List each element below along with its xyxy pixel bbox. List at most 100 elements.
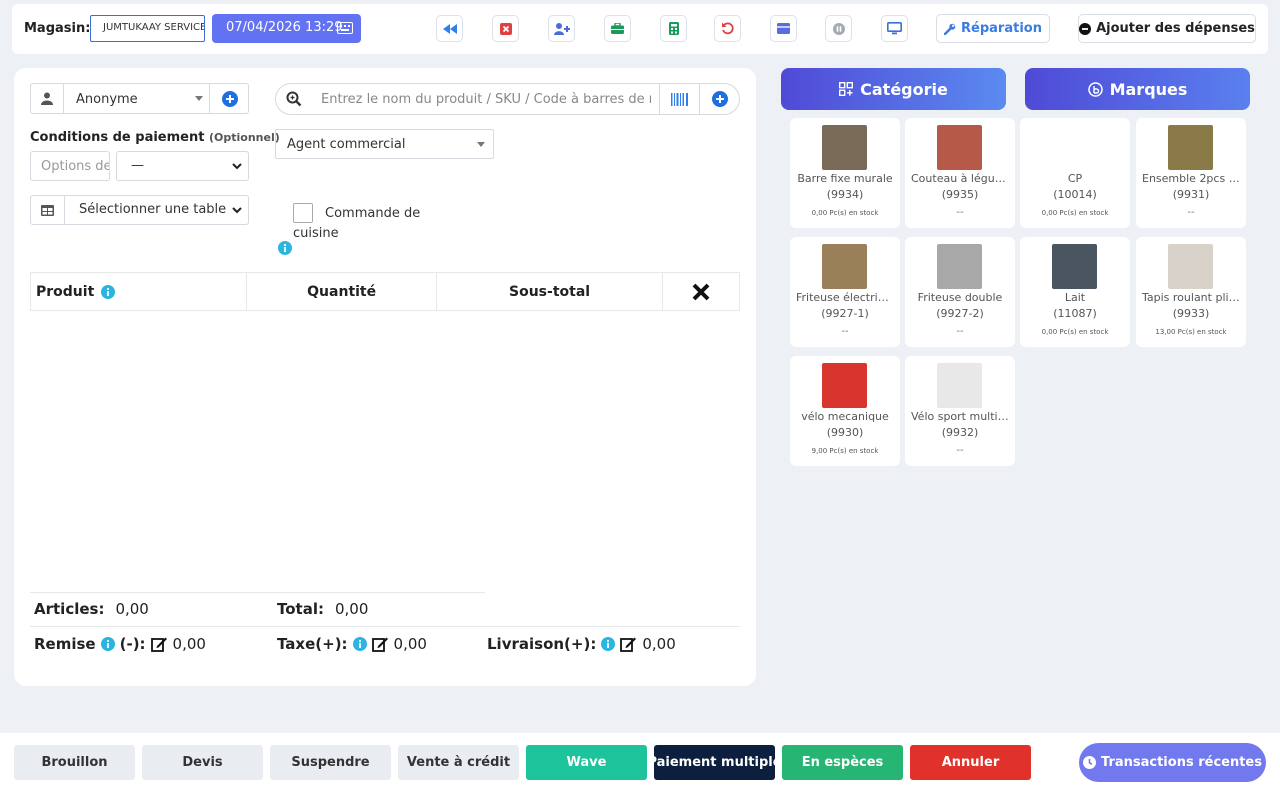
user-icon: [31, 84, 64, 113]
discount-value: 0,00: [172, 635, 206, 653]
undo-icon: [722, 22, 734, 35]
add-expense-button[interactable]: Ajouter des dépenses: [1078, 14, 1256, 43]
info-icon[interactable]: [278, 241, 292, 255]
calculator-icon: [668, 22, 679, 35]
recent-transactions-label: Transactions récentes: [1101, 755, 1262, 770]
quote-button[interactable]: Devis: [142, 745, 263, 780]
suspend-button[interactable]: Suspendre: [270, 745, 391, 780]
calculator-icon-button[interactable]: [660, 15, 687, 42]
edit-icon[interactable]: [620, 636, 637, 652]
sales-agent-select[interactable]: Agent commercial: [275, 129, 494, 159]
product-card[interactable]: Couteau à légumes (9935) --: [905, 118, 1015, 228]
cash-payment-button[interactable]: En espèces: [782, 745, 903, 780]
product-sku: (9933): [1172, 307, 1210, 320]
product-card[interactable]: Barre fixe murale (9934) 0,00 Pc(s) en sto…: [790, 118, 900, 228]
edit-icon[interactable]: [150, 636, 168, 652]
product-name: CP: [1067, 172, 1083, 185]
card-icon: [777, 23, 790, 34]
credit-sale-button[interactable]: Vente à crédit: [398, 745, 519, 780]
product-sku: (9932): [941, 426, 979, 439]
product-card[interactable]: vélo mecanique (9930) 9,00 Pc(s) en stock: [790, 356, 900, 466]
briefcase-icon-button[interactable]: [604, 15, 631, 42]
product-card[interactable]: Vélo sport multifonction (9932) --: [905, 356, 1015, 466]
brands-tab[interactable]: Marques: [1025, 68, 1250, 110]
add-user-icon: [553, 22, 570, 35]
product-thumbnail: [1052, 244, 1097, 289]
card-icon-button[interactable]: [770, 15, 797, 42]
monitor-icon: [887, 22, 902, 35]
cart-table-header: Produit Quantité Sous-total: [30, 272, 740, 311]
product-stock: 0,00 Pc(s) en stock: [1041, 328, 1109, 336]
store-label: Magasin:: [24, 21, 91, 36]
clear-cart-button[interactable]: [663, 273, 739, 310]
recent-transactions-button[interactable]: Transactions récentes: [1079, 743, 1266, 782]
table-select-value: Sélectionner une table: [79, 202, 227, 217]
product-search-input[interactable]: Entrez le nom du produit / SKU / Code à …: [321, 92, 651, 107]
discount-total: Remise (-): 0,00: [34, 635, 206, 653]
product-name: Couteau à légumes: [911, 172, 1015, 185]
product-thumbnail: [822, 125, 867, 170]
clock-icon: [1083, 756, 1096, 769]
store-select[interactable]: JUMTUKAAY SERVICES: [90, 15, 205, 42]
customer-select[interactable]: Anonyme: [76, 92, 138, 107]
product-card[interactable]: CP (10014) 0,00 Pc(s) en stock: [1020, 118, 1130, 228]
add-user-icon-button[interactable]: [548, 15, 575, 42]
wave-payment-button[interactable]: Wave: [526, 745, 647, 780]
barcode-scan-button[interactable]: [659, 84, 700, 114]
undo-icon-button[interactable]: [714, 15, 741, 42]
payment-terms-value: —: [131, 158, 144, 173]
product-stock: --: [1187, 207, 1195, 218]
product-sku: (9927-2): [936, 307, 984, 320]
product-thumbnail: [1168, 244, 1213, 289]
product-card[interactable]: Friteuse double (9927-2) --: [905, 237, 1015, 347]
product-stock: --: [956, 326, 964, 337]
column-product: Produit: [31, 273, 248, 310]
draft-button[interactable]: Brouillon: [14, 745, 135, 780]
rewind-icon-button[interactable]: [436, 15, 463, 42]
product-stock: --: [956, 207, 964, 218]
info-icon[interactable]: [601, 637, 616, 651]
product-card[interactable]: Lait (11087) 0,00 Pc(s) en stock: [1020, 237, 1130, 347]
product-name: vélo mecanique: [801, 410, 889, 423]
edit-icon[interactable]: [371, 636, 389, 652]
payment-options-input[interactable]: Options de paiement: [30, 151, 110, 181]
tax-total: Taxe(+): 0,00: [277, 635, 427, 653]
info-icon[interactable]: [101, 284, 116, 299]
total-label: Total:: [277, 600, 324, 618]
category-tab-label: Catégorie: [860, 79, 948, 99]
add-expense-label: Ajouter des dépenses: [1096, 21, 1255, 36]
close-box-icon-button[interactable]: [492, 15, 519, 42]
product-card[interactable]: Tapis roulant pliable (9933) 13,00 Pc(s) e…: [1136, 237, 1246, 347]
payment-terms-select[interactable]: —: [116, 151, 249, 181]
add-customer-button[interactable]: [209, 84, 249, 113]
shipping-value: 0,00: [642, 635, 676, 653]
repair-button[interactable]: Réparation: [936, 14, 1050, 43]
multiple-payment-button[interactable]: Paiement multiple: [647, 745, 782, 780]
product-card[interactable]: Ensemble 2pcs jardin (9931) --: [1136, 118, 1246, 228]
brand-icon: [1087, 81, 1103, 97]
datetime-button[interactable]: 07/04/2026 13:29: [212, 14, 361, 43]
bottom-action-bar: Brouillon Devis Suspendre Vente à crédit…: [0, 733, 1280, 800]
info-icon[interactable]: [100, 637, 115, 651]
product-sku: (9927-1): [821, 307, 869, 320]
info-icon[interactable]: [352, 637, 367, 651]
brands-tab-label: Marques: [1109, 79, 1188, 99]
cancel-button[interactable]: Annuler: [910, 745, 1031, 780]
product-sku: (9930): [826, 426, 864, 439]
search-icon: [286, 91, 302, 107]
product-card[interactable]: Friteuse électrique (9927-1) --: [790, 237, 900, 347]
plus-circle-icon: [221, 90, 238, 107]
product-thumbnail: [1168, 125, 1213, 170]
articles-label: Articles:: [34, 600, 105, 618]
product-thumbnail: [822, 363, 867, 408]
pause-icon-button[interactable]: [825, 15, 852, 42]
plus-circle-icon: [712, 91, 728, 107]
monitor-icon-button[interactable]: [881, 15, 908, 42]
add-product-button[interactable]: [700, 84, 740, 114]
kitchen-order-label: Commande de cuisine: [293, 206, 421, 241]
table-select[interactable]: Sélectionner une table: [65, 196, 248, 224]
repair-label: Réparation: [961, 21, 1042, 36]
product-thumbnail: [822, 244, 867, 289]
category-tab[interactable]: Catégorie: [781, 68, 1006, 110]
briefcase-icon: [611, 23, 624, 34]
